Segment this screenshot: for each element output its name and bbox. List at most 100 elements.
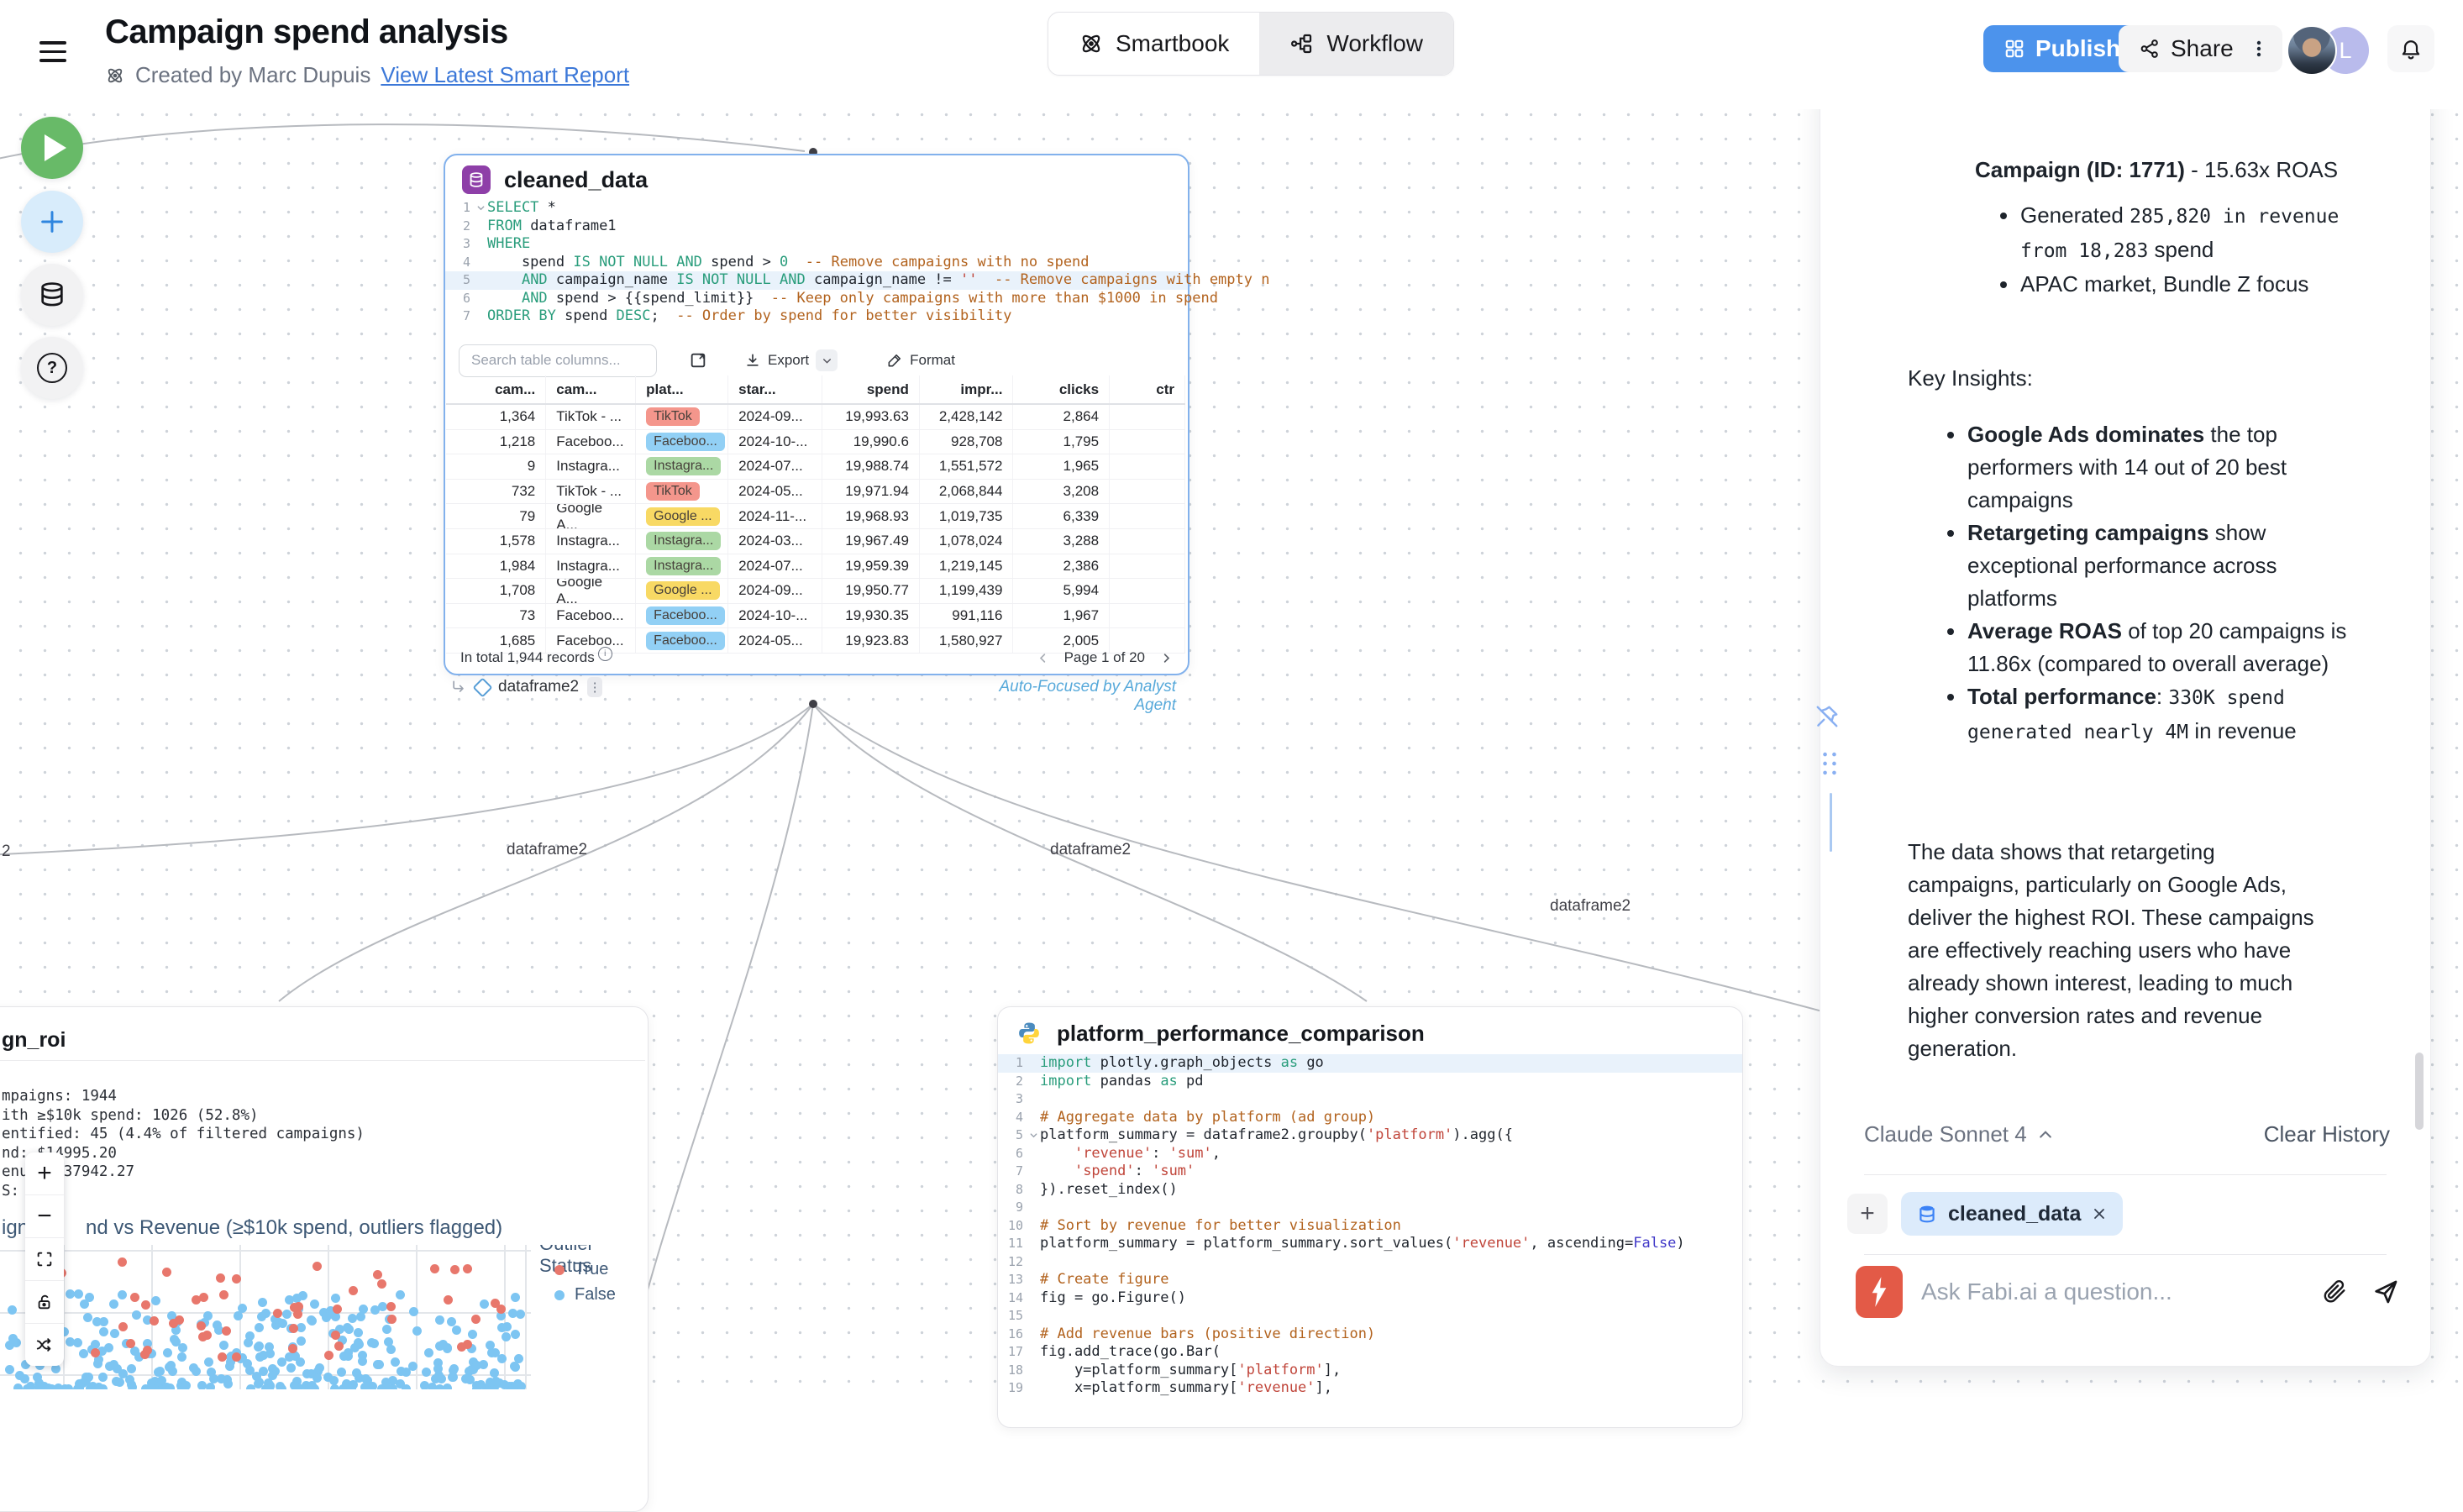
scatter-point-true[interactable] [192, 1295, 201, 1305]
scatter-point-false[interactable] [177, 1352, 186, 1362]
scatter-point-false[interactable] [310, 1299, 319, 1309]
scatter-point-false[interactable] [497, 1323, 507, 1332]
scatter-point-false[interactable] [292, 1294, 302, 1303]
code-line[interactable]: 2import pandas as pd [998, 1073, 1742, 1091]
scatter-point-true[interactable] [222, 1326, 231, 1336]
more-options-button[interactable] [2235, 25, 2282, 72]
scatter-point-false[interactable] [132, 1310, 141, 1320]
menu-icon[interactable] [39, 35, 66, 68]
code-line[interactable]: 7ORDER BY spend DESC; -- Order by spend … [445, 307, 1188, 326]
share-button[interactable]: Share [2119, 25, 2254, 72]
panel-resize-handle[interactable] [1830, 793, 1832, 852]
scatter-point-false[interactable] [5, 1365, 14, 1374]
scatter-point-false[interactable] [128, 1383, 137, 1389]
scatter-point-true[interactable] [118, 1257, 127, 1267]
scatter-point-false[interactable] [480, 1299, 489, 1309]
scatter-point-false[interactable] [74, 1289, 83, 1299]
code-line[interactable]: 17fig.add_trace(go.Bar( [998, 1343, 1742, 1362]
code-line[interactable]: 2FROM dataframe1 [445, 218, 1188, 236]
scatter-point-true[interactable] [312, 1262, 322, 1271]
prev-page-icon[interactable] [1037, 652, 1049, 664]
scatter-point-false[interactable] [502, 1332, 511, 1341]
clear-history-button[interactable]: Clear History [2264, 1121, 2390, 1147]
column-header[interactable]: clicks [1013, 375, 1110, 403]
code-line[interactable]: 10# Sort by revenue for better visualiza… [998, 1217, 1742, 1236]
scatter-point-true[interactable] [273, 1309, 282, 1318]
scatter-point-false[interactable] [162, 1383, 171, 1389]
scatter-point-false[interactable] [192, 1367, 201, 1376]
scatter-point-false[interactable] [409, 1307, 418, 1316]
help-button[interactable]: ? [21, 337, 83, 399]
publish-button[interactable]: Publish [1983, 25, 2140, 72]
scatter-point-true[interactable] [91, 1348, 100, 1357]
scatter-point-false[interactable] [47, 1384, 56, 1389]
scatter-point-false[interactable] [265, 1349, 275, 1358]
column-header[interactable]: cam... [546, 375, 636, 403]
table-row[interactable]: 1,984Instagra...Instagra...2024-07...19,… [446, 554, 1185, 580]
scatter-point-false[interactable] [276, 1382, 285, 1389]
scatter-point-false[interactable] [356, 1312, 365, 1321]
scatter-point-false[interactable] [79, 1349, 88, 1358]
code-line[interactable]: 1import plotly.graph_objects as go [998, 1054, 1742, 1073]
table-search-input[interactable] [459, 344, 657, 377]
chat-question-input[interactable] [1919, 1278, 2259, 1306]
scatter-point-true[interactable] [130, 1293, 139, 1302]
scatter-point-false[interactable] [382, 1325, 391, 1334]
scatter-point-false[interactable] [354, 1328, 363, 1337]
scatter-point-false[interactable] [443, 1383, 452, 1389]
scatter-point-false[interactable] [197, 1381, 207, 1389]
scatter-point-false[interactable] [443, 1344, 452, 1353]
scatter-point-false[interactable] [213, 1320, 222, 1330]
send-icon[interactable] [2371, 1278, 2400, 1306]
scatter-point-false[interactable] [452, 1326, 461, 1335]
scatter-point-false[interactable] [435, 1315, 444, 1325]
column-header[interactable]: cam... [446, 375, 546, 403]
scatter-point-false[interactable] [342, 1379, 351, 1389]
column-header[interactable]: spend [822, 375, 920, 403]
notifications-button[interactable] [2387, 25, 2434, 72]
table-row[interactable]: 1,364TikTok - ...TikTok2024-09...19,993.… [446, 405, 1185, 430]
scatter-point-false[interactable] [204, 1357, 213, 1367]
scatter-point-false[interactable] [99, 1317, 108, 1326]
sql-code-editor[interactable]: 1SELECT *2FROM dataframe13WHERE4 spend I… [445, 199, 1188, 326]
code-line[interactable]: 5platform_summary = dataframe2.groupby('… [998, 1126, 1742, 1145]
scatter-point-false[interactable] [225, 1362, 234, 1371]
scatter-point-false[interactable] [81, 1376, 91, 1385]
code-line[interactable]: 3 [998, 1090, 1742, 1109]
table-row[interactable]: 73Faceboo...Faceboo...2024-10-...19,930.… [446, 604, 1185, 629]
table-row[interactable]: 1,578Instagra...Instagra...2024-03...19,… [446, 529, 1185, 554]
scatter-point-false[interactable] [491, 1348, 500, 1357]
scatter-point-false[interactable] [386, 1345, 396, 1354]
scatter-point-true[interactable] [450, 1265, 460, 1274]
data-sources-button[interactable] [21, 264, 83, 326]
scatter-point-false[interactable] [94, 1383, 103, 1389]
scatter-point-true[interactable] [289, 1324, 298, 1333]
table-row[interactable]: 1,218Faceboo...Faceboo...2024-10-...19,9… [446, 430, 1185, 455]
scatter-point-false[interactable] [468, 1330, 477, 1339]
scatter-plot[interactable]: Outlier Status True False [0, 1245, 647, 1389]
scatter-point-false[interactable] [234, 1311, 243, 1320]
scatter-point-false[interactable] [378, 1302, 387, 1311]
code-line[interactable]: 9 [998, 1199, 1742, 1217]
code-line[interactable]: 4 spend IS NOT NULL AND spend > 0 -- Rem… [445, 254, 1188, 272]
scatter-point-false[interactable] [375, 1360, 384, 1369]
scatter-point-false[interactable] [286, 1363, 296, 1373]
add-cell-button[interactable] [21, 191, 83, 253]
context-chip-cleaned-data[interactable]: cleaned_data [1901, 1192, 2123, 1236]
scatter-point-false[interactable] [206, 1383, 215, 1389]
scatter-point-false[interactable] [396, 1290, 405, 1299]
python-code-editor[interactable]: 1import plotly.graph_objects as go2impor… [998, 1054, 1742, 1398]
scatter-point-true[interactable] [334, 1341, 344, 1351]
code-line[interactable]: 5 AND campaign_name IS NOT NULL AND camp… [445, 271, 1188, 290]
code-line[interactable]: 7 'spend': 'sum' [998, 1163, 1742, 1181]
scatter-point-false[interactable] [424, 1348, 433, 1357]
scatter-point-true[interactable] [141, 1300, 150, 1310]
scatter-point-false[interactable] [73, 1338, 82, 1347]
scatter-point-false[interactable] [258, 1298, 267, 1307]
fold-chevron-icon[interactable] [474, 203, 487, 213]
scatter-point-false[interactable] [282, 1310, 291, 1319]
scatter-point-false[interactable] [278, 1319, 287, 1328]
scatter-point-false[interactable] [360, 1383, 370, 1389]
scatter-point-false[interactable] [354, 1338, 363, 1347]
next-page-icon[interactable] [1160, 652, 1173, 664]
